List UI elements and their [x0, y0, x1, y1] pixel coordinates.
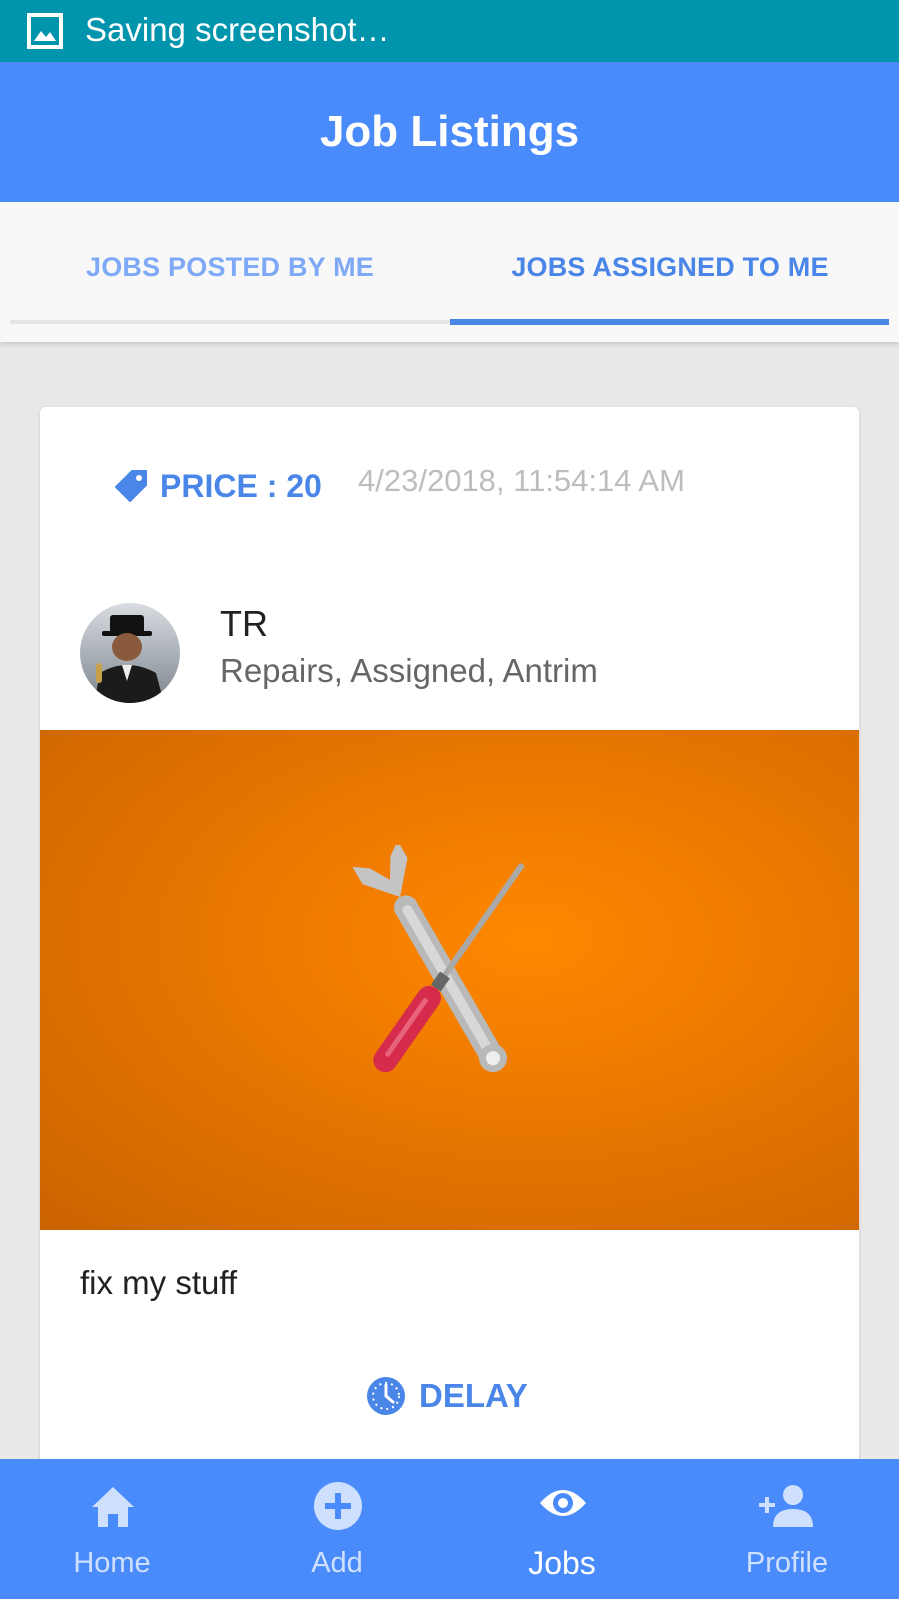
- price-row: PRICE : 20: [112, 467, 322, 505]
- add-circle-icon: [314, 1482, 362, 1530]
- page-title: Job Listings: [319, 107, 580, 156]
- status-bar: Saving screenshot…: [0, 0, 899, 62]
- job-card[interactable]: PRICE : 20 4/23/2018, 11:54:14 AM TR Rep…: [40, 407, 859, 1507]
- wrench-screwdriver-icon: [352, 845, 525, 1073]
- person-add-icon: [759, 1485, 813, 1527]
- nav-add[interactable]: Add: [225, 1459, 449, 1599]
- tab-jobs-posted-by-me[interactable]: JOBS POSTED BY ME: [10, 202, 450, 332]
- tab-jobs-assigned-to-me[interactable]: JOBS ASSIGNED TO ME: [450, 202, 890, 332]
- eye-icon: [540, 1490, 586, 1516]
- poster-name: TR: [220, 603, 268, 644]
- avatar[interactable]: [80, 603, 180, 703]
- delay-button[interactable]: DELAY: [365, 1375, 528, 1417]
- nav-home-label: Home: [73, 1547, 151, 1579]
- job-date: 4/23/2018, 11:54:14 AM: [358, 463, 685, 498]
- job-meta: Repairs, Assigned, Antrim: [220, 652, 598, 689]
- price-label: PRICE : 20: [160, 467, 322, 504]
- tab-bar: JOBS POSTED BY ME JOBS ASSIGNED TO ME: [0, 202, 899, 342]
- nav-profile-label: Profile: [745, 1547, 829, 1579]
- status-text: Saving screenshot…: [85, 11, 390, 48]
- nav-profile[interactable]: Profile: [675, 1459, 899, 1599]
- nav-add-label: Add: [311, 1547, 363, 1579]
- tab-active-indicator: [450, 319, 889, 325]
- avatar-image: [80, 603, 180, 703]
- clock-icon: [367, 1377, 405, 1415]
- tag-icon: [115, 470, 147, 502]
- nav-jobs[interactable]: Jobs: [450, 1459, 674, 1599]
- app-bar: Job Listings: [0, 62, 899, 202]
- home-icon: [92, 1487, 134, 1527]
- delay-label: DELAY: [419, 1377, 528, 1414]
- job-description: fix my stuff: [80, 1264, 238, 1301]
- nav-jobs-label: Jobs: [528, 1545, 596, 1581]
- job-image: [40, 730, 859, 1230]
- nav-home[interactable]: Home: [0, 1459, 224, 1599]
- image-icon: [27, 13, 63, 49]
- bottom-nav: Home Add Jobs Profile: [0, 1459, 899, 1599]
